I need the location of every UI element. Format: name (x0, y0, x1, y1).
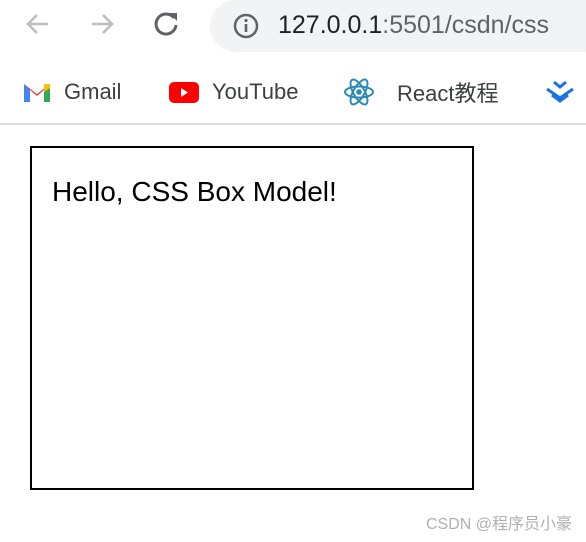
bookmark-folder[interactable] (544, 76, 576, 108)
address-bar[interactable]: 127.0.0.1:5501/csdn/css (210, 0, 586, 52)
arrow-left-icon (26, 14, 48, 34)
info-icon (233, 13, 259, 39)
url-path: :5501/csdn/css (382, 11, 550, 39)
toolbar-divider (0, 123, 586, 125)
bookmark-react[interactable]: React教程 (343, 76, 498, 108)
reload-icon (154, 12, 178, 36)
browser-toolbar: 127.0.0.1:5501/csdn/css (0, 0, 586, 52)
url-host: 127.0.0.1 (278, 11, 383, 39)
youtube-icon (169, 82, 199, 103)
box-model-div: Hello, CSS Box Model! (30, 146, 474, 490)
bookmark-label: YouTube (212, 79, 299, 104)
bookmark-label: React教程 (397, 81, 499, 106)
bookmark-gmail[interactable]: Gmail (22, 76, 121, 108)
bookmark-label: Gmail (64, 79, 122, 104)
back-button[interactable] (22, 8, 54, 40)
reload-button[interactable] (150, 8, 182, 40)
watermark: CSDN @程序员小豪 (425, 516, 572, 533)
chevron-stack-icon (546, 80, 574, 103)
box-text: Hello, CSS Box Model! (52, 176, 337, 207)
arrow-right-icon (92, 14, 114, 34)
gmail-icon (24, 84, 50, 102)
bookmark-youtube[interactable]: YouTube (168, 76, 298, 108)
forward-button[interactable] (86, 8, 118, 40)
react-icon (344, 78, 374, 106)
